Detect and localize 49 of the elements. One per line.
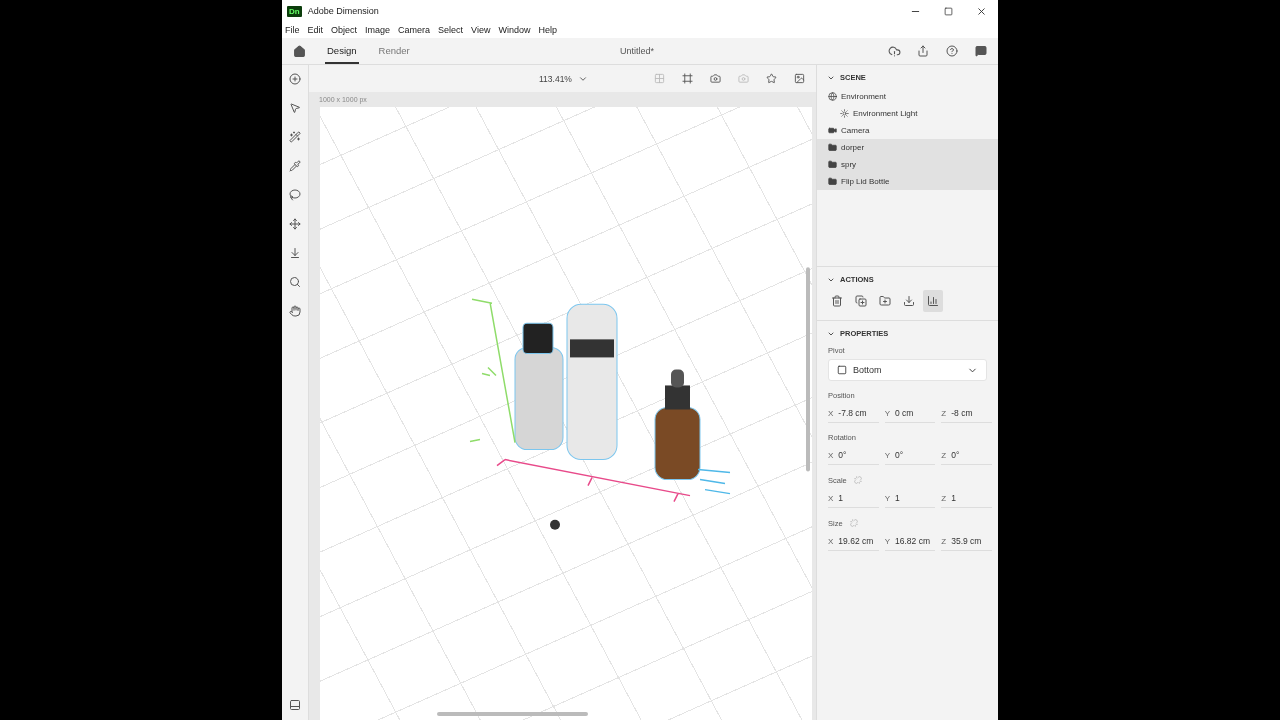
- window-title: Adobe Dimension: [307, 6, 379, 16]
- menu-item[interactable]: File: [285, 25, 300, 35]
- app-logo: Dn: [287, 5, 302, 17]
- number-field[interactable]: Z 1: [941, 489, 992, 508]
- tab[interactable]: Render: [376, 38, 412, 64]
- menu-item[interactable]: Image: [365, 25, 391, 35]
- scene-item-label: Flip Lid Bottle: [841, 177, 890, 186]
- light-icon: [840, 109, 849, 118]
- scene-item-label: Camera: [841, 126, 870, 135]
- number-field[interactable]: Y 16.82 cm: [884, 532, 936, 551]
- close-icon: [976, 5, 987, 17]
- number-field[interactable]: X -7.8 cm: [828, 404, 879, 423]
- home-icon: [292, 44, 306, 58]
- scene-item-label: spry: [841, 160, 857, 169]
- scene-item[interactable]: spry: [817, 156, 998, 173]
- scene-item-label: Environment Light: [853, 109, 918, 118]
- number-field[interactable]: X 1: [828, 489, 879, 508]
- number-field[interactable]: Z 35.9 cm: [941, 532, 992, 551]
- menu-item[interactable]: Help: [538, 25, 557, 35]
- menu-item[interactable]: Window: [498, 25, 531, 35]
- menu-item[interactable]: Select: [438, 25, 464, 35]
- zoom-dropdown[interactable]: 113.41%: [539, 73, 588, 84]
- scene-item-label: Environment: [841, 92, 886, 101]
- scene-item[interactable]: Camera: [817, 122, 998, 139]
- group-icon: [828, 177, 837, 186]
- scene-item[interactable]: Environment: [817, 88, 998, 105]
- number-field[interactable]: Y 0°: [884, 446, 936, 465]
- pivot-dropdown[interactable]: Bottom: [828, 359, 987, 381]
- group-icon: [828, 143, 837, 152]
- camera-icon: [828, 126, 837, 135]
- number-field[interactable]: Z 0°: [941, 446, 992, 465]
- menu-item[interactable]: Camera: [398, 25, 431, 35]
- scene-item-label: dorper: [841, 143, 865, 152]
- number-field[interactable]: Z -8 cm: [941, 404, 992, 423]
- maximize-icon: [944, 6, 953, 16]
- group-icon: [828, 160, 837, 169]
- number-field[interactable]: Y 0 cm: [884, 404, 936, 423]
- pivot-icon: [837, 365, 847, 375]
- environment-icon: [828, 92, 837, 101]
- menu-item[interactable]: View: [471, 25, 491, 35]
- scene-item[interactable]: dorper: [817, 139, 998, 156]
- number-field[interactable]: X 19.62 cm: [828, 532, 879, 551]
- scene-item[interactable]: Environment Light: [817, 105, 998, 122]
- document-title: Untitled*: [620, 46, 655, 56]
- menu-item[interactable]: Object: [331, 25, 358, 35]
- scene-item[interactable]: Flip Lid Bottle: [817, 173, 998, 190]
- number-field[interactable]: Y 1: [884, 489, 936, 508]
- menu-item[interactable]: Edit: [307, 25, 324, 35]
- number-field[interactable]: X 0°: [828, 446, 879, 465]
